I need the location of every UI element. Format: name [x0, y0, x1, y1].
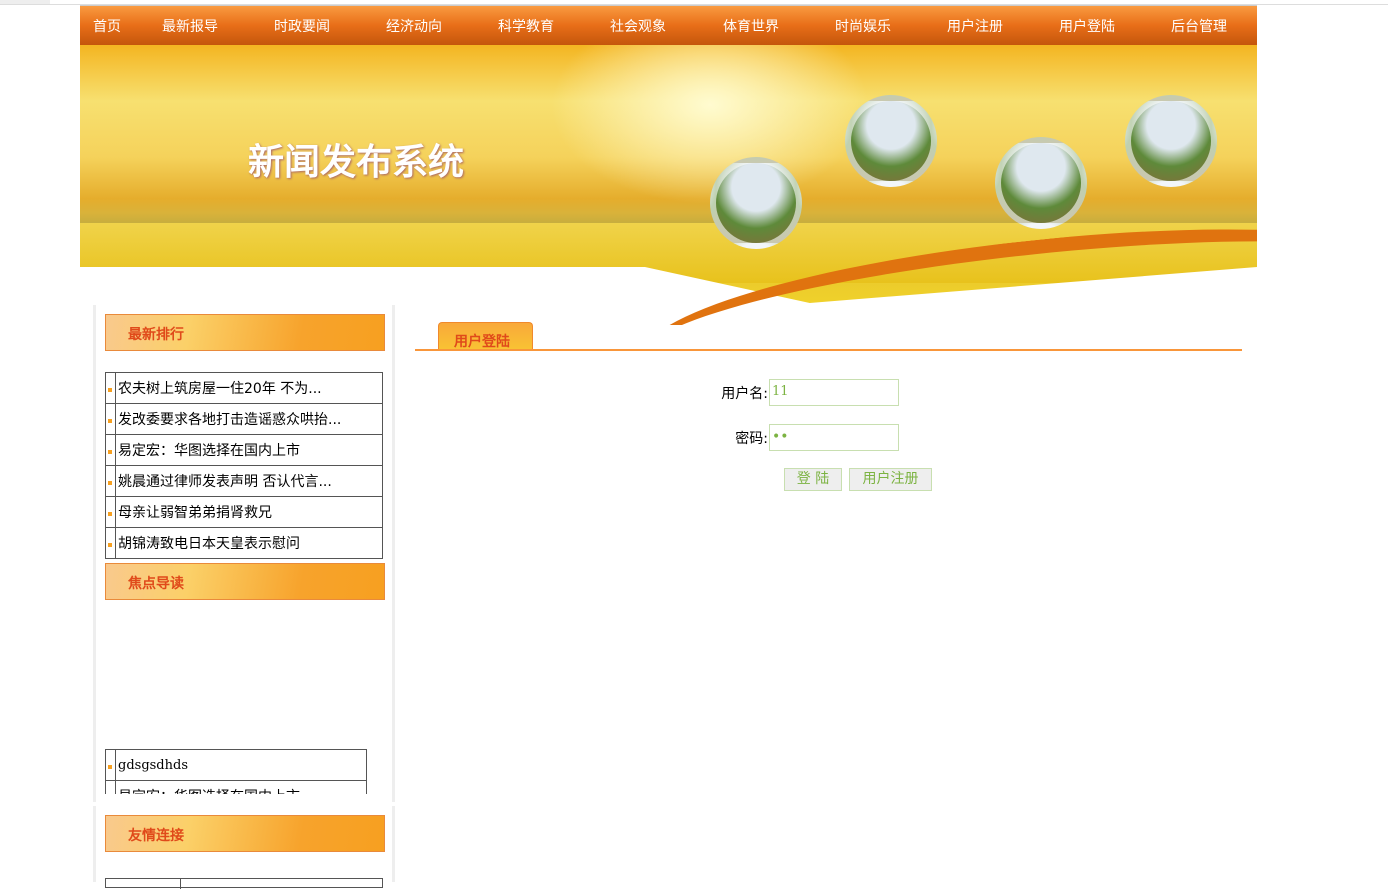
- nav-login[interactable]: 用户登陆: [1059, 16, 1115, 36]
- bullet-icon: [108, 481, 112, 485]
- nav-entertainment[interactable]: 时尚娱乐: [835, 16, 891, 36]
- login-button[interactable]: 登 陆: [784, 468, 842, 491]
- nav-science[interactable]: 科学教育: [498, 16, 554, 36]
- bullet-icon: [108, 388, 112, 392]
- links-header: 友情连接: [105, 815, 385, 852]
- bullet-icon: [108, 512, 112, 516]
- photo-circle: [1125, 95, 1217, 187]
- focus-marquee: gdsgsdhds 易定宏：华图选择在国内上市: [100, 606, 390, 794]
- site-title: 新闻发布系统: [248, 142, 465, 183]
- tab-user-login[interactable]: 用户登陆: [438, 322, 533, 351]
- tab-underline: [415, 349, 1242, 351]
- nav-sports[interactable]: 体育世界: [723, 16, 779, 36]
- list-item: 胡锦涛致电日本天皇表示慰问: [105, 527, 383, 559]
- nav-admin[interactable]: 后台管理: [1171, 16, 1227, 36]
- news-link[interactable]: gdsgsdhds: [115, 749, 367, 781]
- list-item: 母亲让弱智弟弟捐肾救兄: [105, 496, 383, 528]
- news-link[interactable]: 易定宏：华图选择在国内上市: [115, 434, 383, 466]
- username-input[interactable]: 11: [769, 379, 899, 406]
- nav-register[interactable]: 用户注册: [947, 16, 1003, 36]
- nav-society[interactable]: 社会观象: [610, 16, 666, 36]
- nav-economy[interactable]: 经济动向: [386, 16, 442, 36]
- list-item: 姚晨通过律师发表声明 否认代言...: [105, 465, 383, 497]
- bullet-icon: [108, 765, 112, 769]
- photo-circle: [710, 157, 802, 249]
- main-nav: 首页 最新报导 时政要闻 经济动向 科学教育 社会观象 体育世界 时尚娱乐 用户…: [80, 5, 1257, 45]
- nav-latest[interactable]: 最新报导: [162, 16, 218, 36]
- latest-list: 农夫树上筑房屋一住20年 不为... 发改委要求各地打击造谣惑众哄抬... 易定…: [105, 372, 383, 559]
- register-button[interactable]: 用户注册: [849, 468, 932, 491]
- list-item: gdsgsdhds: [105, 749, 367, 781]
- password-input[interactable]: ••: [769, 424, 899, 451]
- focus-list: gdsgsdhds 易定宏：华图选择在国内上市: [105, 749, 367, 794]
- bullet-icon: [108, 543, 112, 547]
- username-label: 用户名:: [721, 386, 768, 402]
- banner: 新闻发布系统: [80, 45, 1257, 325]
- bullet-icon: [108, 419, 112, 423]
- news-link[interactable]: 胡锦涛致电日本天皇表示慰问: [115, 527, 383, 559]
- nav-home[interactable]: 首页: [93, 16, 121, 36]
- photo-circle: [845, 95, 937, 187]
- password-label: 密码:: [735, 431, 768, 447]
- news-link[interactable]: 易定宏：华图选择在国内上市: [115, 780, 367, 794]
- news-link[interactable]: 母亲让弱智弟弟捐肾救兄: [115, 496, 383, 528]
- nav-politics[interactable]: 时政要闻: [274, 16, 330, 36]
- divider: [93, 802, 395, 806]
- list-item: 发改委要求各地打击造谣惑众哄抬...: [105, 403, 383, 435]
- list-item: 农夫树上筑房屋一住20年 不为...: [105, 372, 383, 404]
- sun-glow: [550, 45, 870, 205]
- focus-header: 焦点导读: [105, 563, 385, 600]
- news-link[interactable]: 姚晨通过律师发表声明 否认代言...: [115, 465, 383, 497]
- latest-header: 最新排行: [105, 314, 385, 351]
- list-item: 易定宏：华图选择在国内上市: [105, 434, 383, 466]
- list-item: 易定宏：华图选择在国内上市: [105, 780, 367, 794]
- news-link[interactable]: 农夫树上筑房屋一住20年 不为...: [115, 372, 383, 404]
- links-table: [105, 878, 383, 889]
- news-link[interactable]: 发改委要求各地打击造谣惑众哄抬...: [115, 403, 383, 435]
- photo-circle: [995, 137, 1087, 229]
- bullet-icon: [108, 450, 112, 454]
